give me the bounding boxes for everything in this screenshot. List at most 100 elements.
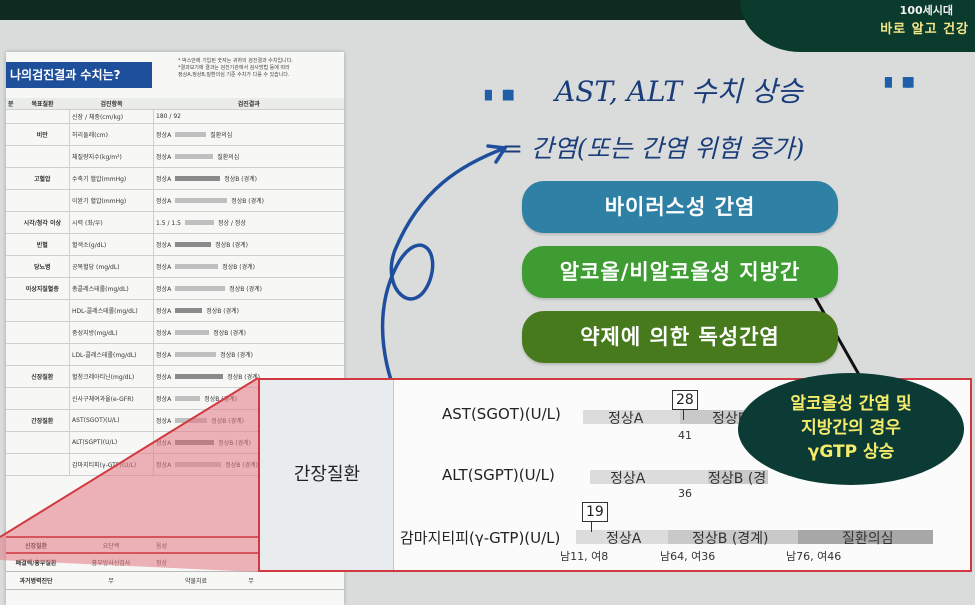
doc-bottom-item: 흉부방사선검사 [91, 560, 131, 567]
doc-row-value2: 질환의심 [210, 132, 233, 139]
doc-row-category [15, 453, 71, 476]
doc-table-row: 고혈압 수축기 혈압(mmHg) 정상A 정상B (경계) [6, 167, 344, 190]
ggt-threshold-3: 남76, 여46 [786, 550, 842, 563]
doc-row-bar [175, 418, 208, 423]
doc-row-spacer [6, 211, 16, 234]
doc-row-bar [175, 352, 217, 357]
doc-bottom-val: 무 [248, 578, 254, 585]
doc-row-value2: 정상B (경계) [211, 418, 244, 425]
ggt-normal-b-text: 정상B (경계) [692, 531, 769, 547]
doc-bottom-row: 과거병력진단 무 약물치료 무 [6, 572, 344, 590]
ggt-value-box: 19 [582, 502, 608, 522]
ggt-tick [591, 522, 592, 532]
doc-bottom-item: 요단백 [102, 542, 120, 550]
headline-line2: = 간염(또는 간염 위험 증가) [502, 134, 805, 163]
doc-table-row: 중성지방(mg/dL) 정상A 정상B (경계) [6, 321, 344, 344]
doc-row-category: 간장질환 [15, 409, 71, 432]
doc-row-spacer [6, 123, 16, 146]
doc-note: * 박스안에 기입된 숫자는 귀하의 검진결과 수치입니다. *결과보기에 결과… [178, 58, 293, 78]
doc-row-result: 정상A 정상B (경계) [153, 255, 344, 278]
doc-row-value: 정상A [156, 264, 172, 271]
doc-row-value: 정상A [156, 440, 172, 447]
brand-top-text: 100세시대 [899, 4, 953, 17]
doc-bottom-cat: 신장질환 [24, 542, 48, 550]
doc-table-row: 이완기 혈압(mmHg) 정상A 정상B (경계) [6, 189, 344, 212]
doc-row-bar [175, 462, 222, 467]
doc-row-category [15, 431, 71, 454]
doc-row-item: LDL-콜레스테롤(mg/dL) [69, 343, 155, 366]
doc-row-value2: 정상B (경계) [222, 264, 255, 271]
doc-table-row: LDL-콜레스테롤(mg/dL) 정상A 정상B (경계) [6, 343, 344, 366]
doc-row-category [15, 299, 71, 322]
doc-row-spacer [6, 409, 16, 432]
doc-row-value2: 정상B (경계) [220, 352, 253, 359]
doc-row-spacer [6, 255, 16, 278]
doc-row-item: 체질량지수(kg/m²) [69, 145, 155, 168]
doc-row-bar [175, 264, 219, 269]
doc-row-result: 정상A 정상B (경계) [153, 233, 344, 256]
doc-row-value: 정상A [156, 308, 172, 315]
doc-row-bar [175, 374, 224, 379]
video-frame: 100세시대 바로 알고 건강 나의검진결과 수치는? * 박스안에 기입된 숫… [0, 0, 975, 605]
pill-viral-hepatitis: 바이러스성 간염 [522, 181, 838, 233]
doc-row-category [15, 109, 71, 124]
doc-row-item: 총콜레스테롤(mg/dL) [69, 277, 155, 300]
ggt-normal-a-text: 정상A [606, 531, 642, 547]
doc-row-item: ALT(SGPT)(U/L) [69, 431, 155, 454]
ggt-disease-text: 질환의심 [842, 531, 894, 547]
doc-row-value: 정상A [156, 374, 172, 381]
doc-row-value2: 정상B (경계) [215, 242, 248, 249]
doc-row-spacer [6, 321, 16, 344]
doc-bottom-val: 음성 [156, 542, 168, 550]
doc-row-result: 정상A 정상B (경계) [153, 167, 344, 190]
doc-row-spacer [6, 365, 16, 388]
doc-row-result: 180 / 92 [153, 109, 344, 124]
alt-normal-b-text: 정상B (경 [708, 471, 767, 487]
doc-row-bar [175, 396, 201, 401]
doc-row-spacer [6, 109, 16, 124]
doc-bottom-val: 약물치료 [184, 578, 208, 585]
doc-row-spacer [6, 343, 16, 366]
doc-row-value: 정상A [156, 176, 172, 183]
doc-table-header: 분 목표질환 검진항목 검진결과 [6, 98, 344, 110]
doc-row-bar [175, 330, 210, 335]
close-quote-icon: ▘▝▘ [885, 78, 920, 99]
doc-row-item: 수축기 혈압(mmHg) [69, 167, 155, 190]
doc-bottom-cat: 과거병력진단 [19, 578, 53, 585]
doc-table-row: 비만 허리둘레(cm) 정상A 질환의심 [6, 123, 344, 146]
doc-row-value: 정상A [156, 462, 172, 469]
doc-row-value2: 정상B (경계) [204, 396, 237, 403]
doc-row-item: 허리둘레(cm) [69, 123, 155, 146]
headline-line1: AST, ALT 수치 상승 [555, 75, 803, 108]
doc-table-row: 시각/청각 이상 시력 (좌/우) 1.5 / 1.5 정상 / 정상 [6, 211, 344, 234]
doc-row-category [15, 189, 71, 212]
doc-row-category: 시각/청각 이상 [15, 211, 71, 234]
doc-row-spacer [6, 167, 16, 190]
doc-row-bar [184, 220, 214, 225]
doc-row-result: 정상A 정상B (경계) [153, 321, 344, 344]
doc-row-result: 정상A 질환의심 [153, 145, 344, 168]
pill-toxic-hepatitis: 약제에 의한 독성간염 [522, 311, 838, 363]
doc-row-result: 1.5 / 1.5 정상 / 정상 [153, 211, 344, 234]
ggt-threshold-2: 남64, 여36 [660, 550, 716, 563]
alt-normal-a-text: 정상A [610, 471, 646, 487]
doc-bottom-item: 무 [108, 578, 114, 585]
doc-col-header: 분 [6, 98, 16, 110]
brand-bottom-text: 바로 알고 건강 [880, 22, 969, 37]
doc-row-value: 정상A [156, 330, 172, 337]
doc-row-item: 시력 (좌/우) [69, 211, 155, 234]
alt-threshold: 36 [678, 487, 692, 500]
doc-table-row: 체질량지수(kg/m²) 정상A 질환의심 [6, 145, 344, 168]
ggt-label: 감마지티피(γ-GTP)(U/L) [400, 529, 561, 547]
doc-row-value2: 정상B (경계) [206, 308, 239, 315]
doc-row-value2: 질환의심 [217, 154, 240, 161]
doc-row-value: 정상A [156, 242, 172, 249]
doc-row-item: 신장 / 체중(cm/kg) [69, 109, 155, 124]
doc-row-item: 이완기 혈압(mmHg) [69, 189, 155, 212]
doc-row-value: 정상A [156, 418, 172, 425]
doc-row-category [15, 145, 71, 168]
doc-row-bar [175, 176, 221, 181]
doc-col-header: 목표질환 [15, 98, 70, 110]
doc-row-value: 1.5 / 1.5 [156, 220, 181, 227]
doc-row-item: 감마지티피(γ-GTP)(U/L) [69, 453, 155, 476]
